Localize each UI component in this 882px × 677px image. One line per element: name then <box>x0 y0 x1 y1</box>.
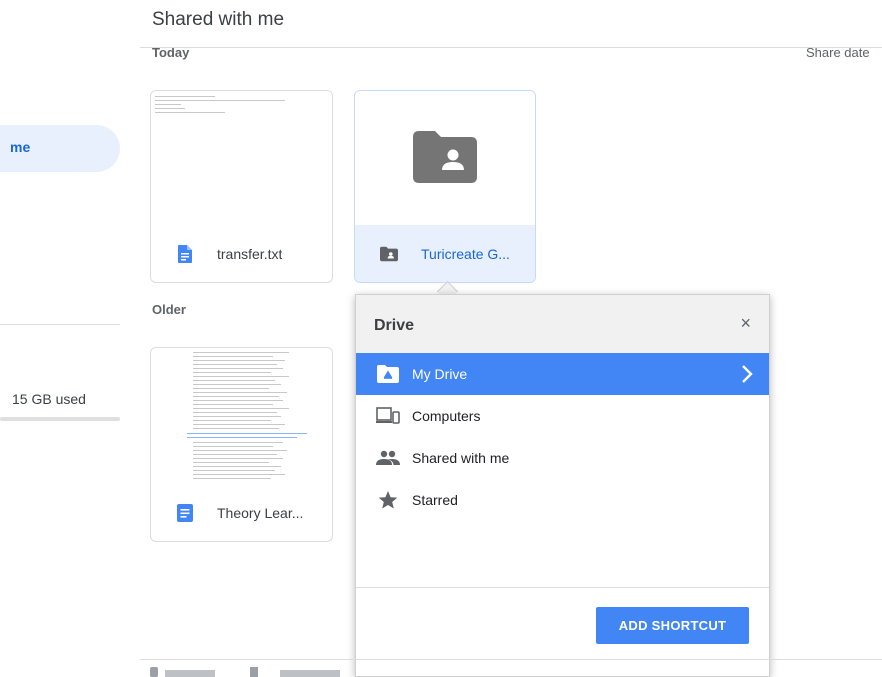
dialog-title: Drive <box>374 317 415 334</box>
star-icon <box>376 488 400 512</box>
close-icon[interactable]: × <box>740 313 751 334</box>
dialog-item-label: Starred <box>412 492 458 508</box>
dialog-item-label: Shared with me <box>412 450 510 466</box>
file-card[interactable]: transfer.txt <box>150 90 333 283</box>
chevron-right-icon[interactable] <box>741 362 753 391</box>
computers-icon <box>376 404 400 428</box>
file-thumbnail <box>151 348 332 482</box>
shared-people-icon <box>376 446 400 470</box>
dialog-header: Drive × <box>356 295 769 353</box>
sidebar-divider <box>0 324 120 325</box>
file-name: transfer.txt <box>217 245 283 262</box>
shared-folder-icon <box>380 245 398 263</box>
page-title: Shared with me <box>152 9 285 30</box>
bottom-divider <box>140 659 882 660</box>
section-heading-older: Older <box>152 302 186 317</box>
dialog-footer-divider <box>356 587 769 588</box>
text-file-icon <box>176 244 194 263</box>
add-shortcut-dialog: Drive × My Drive Computers Shared with m… <box>355 294 770 677</box>
dialog-item-label: My Drive <box>412 366 468 382</box>
google-doc-icon <box>176 503 194 522</box>
my-drive-icon <box>376 362 400 386</box>
bottom-cut-off-row <box>150 667 430 677</box>
dialog-item-computers[interactable]: Computers <box>356 395 769 437</box>
dialog-item-label: Computers <box>412 408 481 424</box>
file-name: Theory Lear... <box>217 504 304 521</box>
folder-thumbnail <box>355 91 535 225</box>
file-card[interactable]: Theory Lear... <box>150 347 333 542</box>
add-shortcut-button[interactable]: ADD SHORTCUT <box>596 607 749 644</box>
file-thumbnail <box>151 91 332 225</box>
sidebar-item-label: me <box>10 139 31 155</box>
shared-folder-large-icon <box>413 131 477 183</box>
dialog-item-starred[interactable]: Starred <box>356 479 769 521</box>
storage-usage-text: 15 GB used <box>12 391 86 407</box>
storage-usage-bar <box>0 417 120 421</box>
dialog-item-shared-with-me[interactable]: Shared with me <box>356 437 769 479</box>
file-name: Turicreate G... <box>421 245 510 262</box>
dialog-item-my-drive[interactable]: My Drive <box>356 353 769 395</box>
header-divider <box>140 47 882 48</box>
file-card-selected[interactable]: Turicreate G... <box>354 90 536 283</box>
